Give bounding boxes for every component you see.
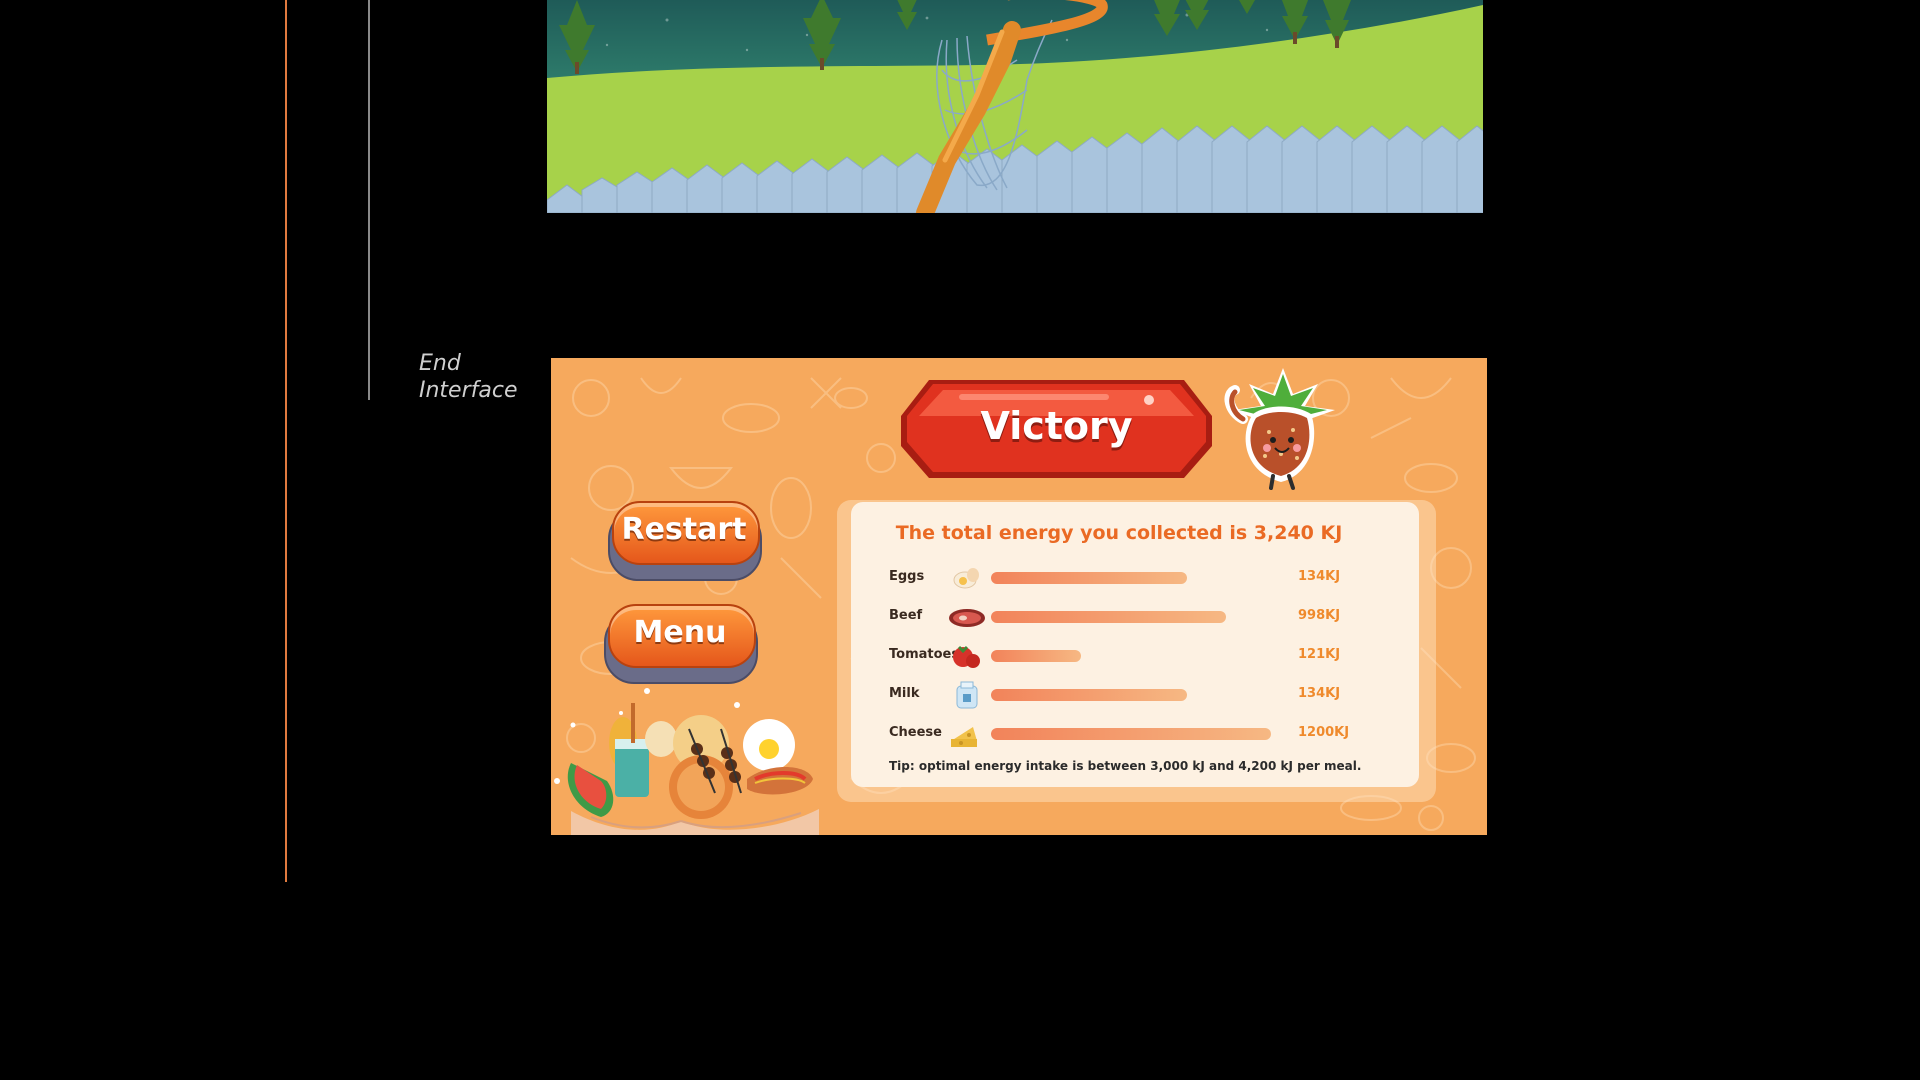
energy-bar	[991, 572, 1271, 584]
food-energy-value: 134KJ	[1298, 686, 1341, 701]
menu-button[interactable]: Menu	[604, 604, 758, 684]
food-row-cheese: Cheese 1200KJ	[851, 719, 1419, 749]
steak-icon	[947, 602, 987, 632]
food-name: Eggs	[889, 569, 925, 584]
food-name: Beef	[889, 608, 923, 623]
energy-bar-fill	[991, 611, 1226, 623]
energy-bar-fill	[991, 572, 1187, 584]
energy-stats-card: The total energy you collected is 3,240 …	[851, 502, 1419, 787]
section-label: End Interface	[419, 350, 539, 404]
energy-bar-fill	[991, 650, 1081, 662]
food-energy-value: 998KJ	[1298, 608, 1341, 623]
gameplay-screenshot	[547, 0, 1483, 213]
section-divider-line	[368, 0, 370, 400]
energy-bar-fill	[991, 728, 1271, 740]
food-energy-value: 134KJ	[1298, 569, 1341, 584]
energy-bar	[991, 650, 1271, 662]
victory-banner: Victory	[899, 376, 1214, 482]
food-row-milk: Milk 134KJ	[851, 680, 1419, 710]
food-energy-value: 121KJ	[1298, 647, 1341, 662]
food-row-eggs: Eggs 134KJ	[851, 563, 1419, 593]
egg-icon	[947, 563, 987, 593]
cheese-icon	[947, 719, 987, 749]
tomato-icon	[947, 641, 987, 671]
energy-bar	[991, 689, 1271, 701]
menu-button-label: Menu	[633, 615, 727, 650]
restart-button[interactable]: Restart	[608, 501, 762, 581]
energy-bar	[991, 728, 1271, 740]
timeline-accent-line	[285, 0, 287, 882]
energy-bar-fill	[991, 689, 1187, 701]
total-energy-text: The total energy you collected is 3,240 …	[895, 522, 1343, 544]
food-name: Cheese	[889, 725, 942, 740]
food-row-beef: Beef 998KJ	[851, 602, 1419, 632]
milk-icon	[947, 680, 987, 710]
food-pile-illustration	[554, 688, 819, 835]
food-row-tomatoes: Tomatoes 121KJ	[851, 641, 1419, 671]
victory-title: Victory	[980, 404, 1133, 448]
energy-bar	[991, 611, 1271, 623]
energy-tip: Tip: optimal energy intake is between 3,…	[889, 759, 1362, 773]
food-energy-value: 1200KJ	[1298, 725, 1350, 740]
restart-button-label: Restart	[621, 512, 747, 547]
food-name: Milk	[889, 686, 920, 701]
section-label-line2: Interface	[419, 378, 518, 403]
end-interface-panel: Victory Restart Menu The total energy yo…	[551, 358, 1487, 835]
section-label-line1: End	[419, 351, 461, 376]
strawberry-mascot-icon	[1224, 368, 1335, 490]
